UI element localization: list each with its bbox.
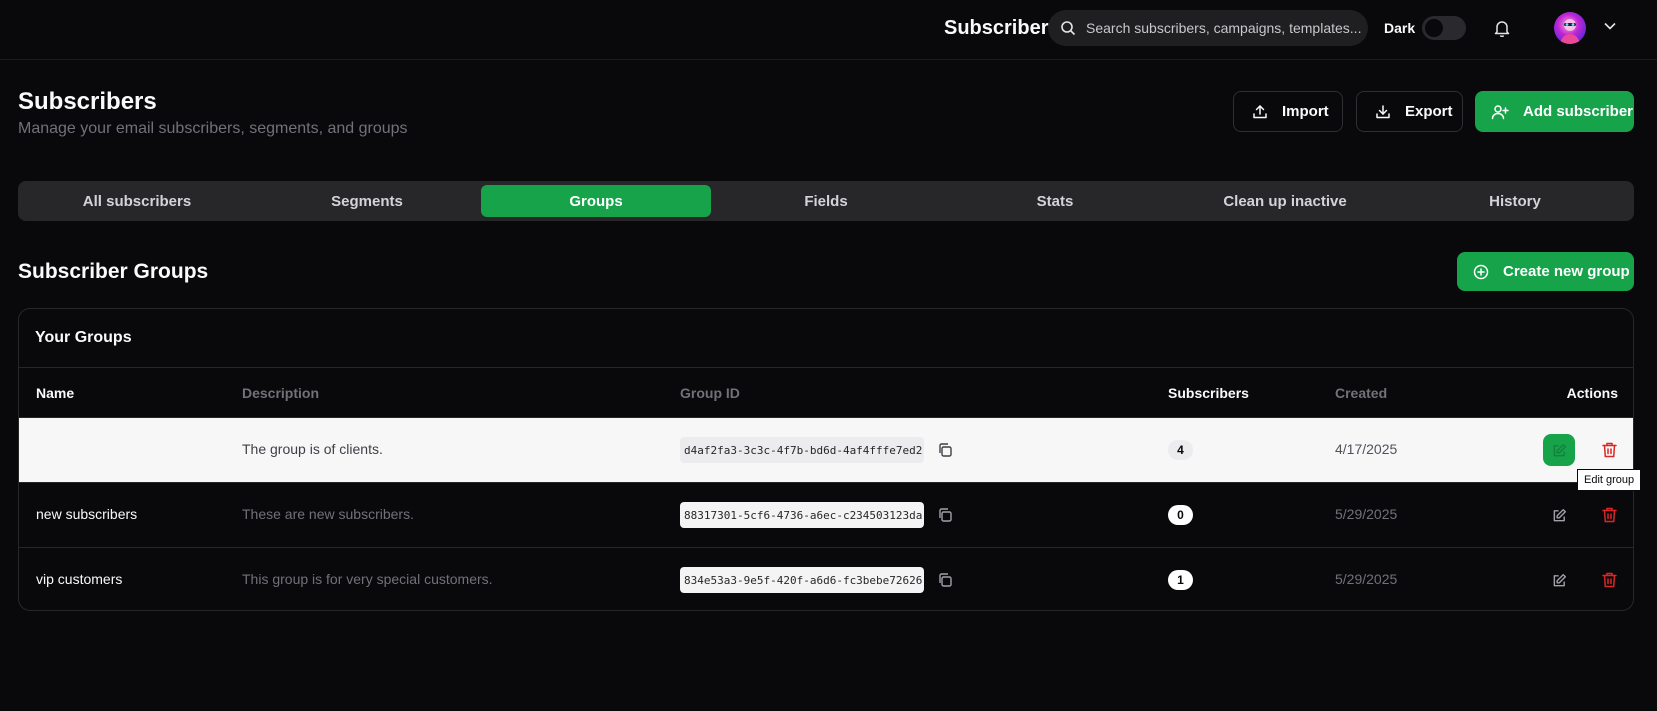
groups-table: Name Description Group ID Subscribers Cr…: [19, 367, 1633, 610]
subscriber-count-badge: 1: [1168, 570, 1193, 590]
subscriber-count-badge: 4: [1168, 440, 1193, 460]
app-title: Subscribers: [944, 17, 1060, 39]
edit-group-button[interactable]: [1543, 434, 1575, 466]
table-header: Name Description Group ID Subscribers Cr…: [19, 368, 1633, 418]
edit-group-tooltip: Edit group: [1577, 469, 1642, 491]
subscriber-count-badge: 0: [1168, 505, 1193, 525]
column-name: Name: [36, 385, 75, 401]
tab-history[interactable]: History: [1400, 185, 1630, 217]
group-created-date: 5/29/2025: [1335, 506, 1398, 522]
add-subscriber-label: Add subscriber: [1523, 103, 1634, 120]
tab-segments[interactable]: Segments: [252, 185, 482, 217]
tab-stats[interactable]: Stats: [940, 185, 1170, 217]
edit-icon: [1552, 573, 1567, 588]
tab-clean-up-inactive[interactable]: Clean up inactive: [1170, 185, 1400, 217]
add-subscriber-button[interactable]: Add subscriber: [1475, 91, 1634, 132]
dark-mode-label: Dark: [1384, 20, 1416, 36]
delete-group-button[interactable]: [1593, 434, 1625, 466]
import-button[interactable]: Import: [1233, 91, 1343, 132]
delete-group-button[interactable]: [1593, 564, 1625, 596]
user-plus-icon: [1491, 104, 1509, 120]
bell-icon[interactable]: [1494, 19, 1510, 37]
plus-circle-icon: [1473, 264, 1489, 280]
toggle-knob: [1425, 19, 1443, 37]
group-description: The group is of clients.: [242, 441, 383, 457]
column-subscribers: Subscribers: [1168, 385, 1249, 401]
table-row[interactable]: new subscribers These are new subscriber…: [19, 483, 1633, 548]
card-title: Your Groups: [35, 329, 132, 346]
avatar[interactable]: [1554, 12, 1586, 44]
trash-icon: [1601, 442, 1617, 458]
upload-icon: [1252, 104, 1268, 120]
section-title: Subscriber Groups: [18, 260, 209, 283]
trash-icon: [1601, 572, 1617, 588]
export-button[interactable]: Export: [1356, 91, 1463, 132]
table-row[interactable]: vip customers This group is for very spe…: [19, 548, 1633, 610]
tab-all-subscribers[interactable]: All subscribers: [22, 185, 252, 217]
tab-groups[interactable]: Groups: [481, 185, 711, 217]
top-bar: Subscribers Dark: [0, 0, 1657, 60]
group-id: 88317301-5cf6-4736-a6ec-c234503123da: [680, 502, 924, 528]
column-group-id: Group ID: [680, 385, 740, 401]
tab-fields[interactable]: Fields: [711, 185, 941, 217]
column-description: Description: [242, 385, 320, 401]
group-created-date: 5/29/2025: [1335, 571, 1398, 587]
search-box[interactable]: [1048, 10, 1406, 46]
copy-icon[interactable]: [937, 507, 953, 523]
edit-icon: [1552, 443, 1567, 458]
group-description: These are new subscribers.: [242, 506, 414, 522]
edit-group-button[interactable]: [1543, 564, 1575, 596]
search-input[interactable]: [1086, 10, 1406, 46]
group-id: d4af2fa3-3c3c-4f7b-bd6d-4af4fffe7ed2: [680, 437, 924, 463]
column-actions: Actions: [1566, 385, 1618, 401]
search-icon: [1060, 20, 1076, 36]
download-icon: [1375, 104, 1391, 120]
edit-icon: [1552, 508, 1567, 523]
groups-card: Your Groups Name Description Group ID Su…: [18, 308, 1634, 611]
create-group-label: Create new group: [1503, 263, 1630, 280]
group-id: 834e53a3-9e5f-420f-a6d6-fc3bebe72626: [680, 567, 924, 593]
dark-mode-toggle[interactable]: [1422, 16, 1466, 40]
delete-group-button[interactable]: [1593, 499, 1625, 531]
export-label: Export: [1405, 103, 1453, 120]
table-row[interactable]: The group is of clients. d4af2fa3-3c3c-4…: [19, 418, 1633, 483]
page-title: Subscribers: [18, 88, 157, 115]
group-description: This group is for very special customers…: [242, 571, 493, 587]
group-name: new subscribers: [36, 506, 138, 522]
create-group-button[interactable]: Create new group: [1457, 252, 1634, 291]
group-name: vip customers: [36, 571, 123, 587]
tab-bar: All subscribers Segments Groups Fields S…: [18, 181, 1634, 221]
page-subtitle: Manage your email subscribers, segments,…: [18, 120, 408, 137]
copy-icon[interactable]: [937, 572, 953, 588]
edit-group-button[interactable]: [1543, 499, 1575, 531]
import-label: Import: [1282, 103, 1329, 120]
group-created-date: 4/17/2025: [1335, 441, 1398, 457]
copy-icon[interactable]: [937, 442, 953, 458]
chevron-down-icon[interactable]: [1604, 22, 1616, 30]
trash-icon: [1601, 507, 1617, 523]
column-created: Created: [1335, 385, 1388, 401]
